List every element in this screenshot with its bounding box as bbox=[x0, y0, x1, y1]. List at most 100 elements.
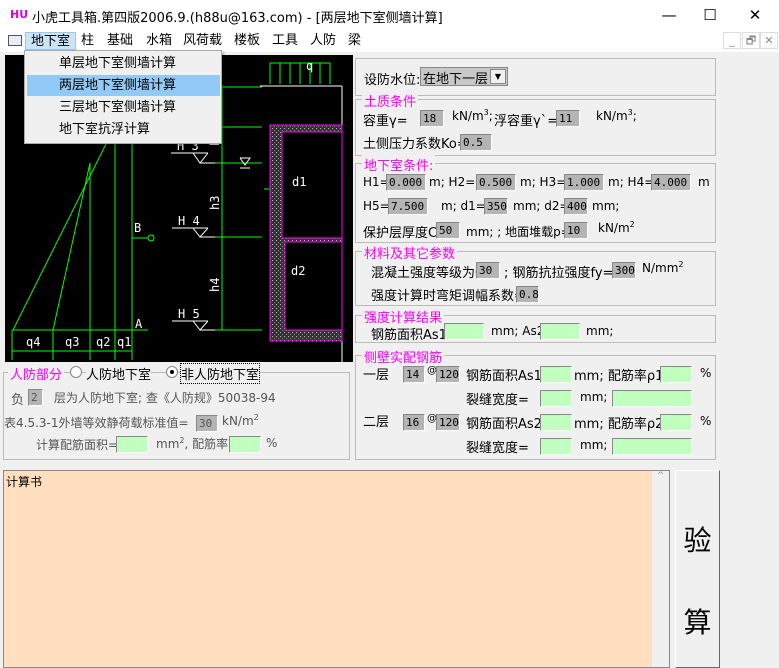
menu-item-two-layer[interactable]: 两层地下室侧墙计算 bbox=[27, 75, 220, 96]
minimize-button[interactable]: — bbox=[654, 4, 684, 26]
layer2-diameter-input[interactable]: 16 bbox=[403, 414, 425, 431]
close-button[interactable]: ✕ bbox=[740, 4, 770, 26]
menu-item-three-layer[interactable]: 三层地下室侧墙计算 bbox=[27, 97, 220, 118]
q4-pressure-line bbox=[12, 139, 109, 331]
title-bar: HU 小虎工具箱.第四版2006.9.(h88u@163.com) - [两层地… bbox=[0, 0, 779, 30]
gamma-input[interactable]: 18 bbox=[420, 110, 444, 127]
material-group: 材料及其它参数 混凝土强度等级为C 30 ; 钢筋抗拉强度fy= 300 N/m… bbox=[355, 243, 716, 306]
ko-label: 土侧压力系数Ko= bbox=[363, 137, 468, 152]
water-level-select[interactable]: 在地下一层 ▼ bbox=[420, 67, 508, 87]
basement-dropdown-menu: 单层地下室侧墙计算 两层地下室侧墙计算 三层地下室侧墙计算 地下室抗浮计算 bbox=[24, 50, 222, 144]
surcharge-input[interactable]: 10 bbox=[564, 222, 588, 239]
fy-input[interactable]: 300 bbox=[612, 262, 636, 279]
gamma2-label: 浮容重γ`= bbox=[494, 114, 559, 129]
d1-input[interactable]: 350 bbox=[484, 198, 508, 215]
menu-slab[interactable]: 楼板 bbox=[229, 32, 265, 50]
menu-item-anti-float[interactable]: 地下室抗浮计算 bbox=[27, 119, 220, 140]
menu-item-single-layer[interactable]: 单层地下室侧墙计算 bbox=[27, 53, 220, 74]
layer2-crack-label: 裂缝宽度= bbox=[466, 441, 529, 456]
cover-input[interactable]: 50 bbox=[436, 222, 460, 239]
load-arrows bbox=[269, 63, 331, 84]
menu-wind-load[interactable]: 风荷载 bbox=[178, 32, 227, 50]
d2-unit: mm; bbox=[592, 199, 620, 213]
menu-bar: 地下室 柱 基础 水箱 风荷载 楼板 工具 人防 梁 bbox=[0, 30, 779, 52]
radio-civil-basement-label[interactable]: 人防地下室 bbox=[86, 364, 152, 383]
mdi-close-button[interactable]: ✕ bbox=[760, 32, 778, 49]
verify-char-2: 算 bbox=[683, 606, 712, 639]
civil-table-label: 表4.5.3-1外墙等效静荷载标准值= bbox=[4, 416, 189, 430]
ko-input[interactable]: 0.5 bbox=[460, 134, 492, 151]
h5-input[interactable]: 7.500 bbox=[388, 198, 428, 215]
layer1-crack-output[interactable] bbox=[540, 390, 572, 407]
verify-button[interactable]: 验 算 bbox=[675, 470, 720, 668]
verify-char-1: 验 bbox=[683, 524, 712, 557]
civil-pct: % bbox=[266, 436, 278, 450]
radio-non-civil-basement-label[interactable]: 非人防地下室 bbox=[179, 363, 261, 384]
chevron-down-icon[interactable]: ▼ bbox=[490, 69, 506, 84]
as2-output[interactable] bbox=[540, 323, 580, 340]
civil-load-input[interactable]: 30 bbox=[196, 415, 218, 432]
menu-column[interactable]: 柱 bbox=[76, 32, 99, 50]
gamma2-sep: ; bbox=[632, 109, 637, 123]
civil-defense-group: 人防部分 人防地下室 非人防地下室 负 2 层为人防地下室; 查《人防规》500… bbox=[3, 363, 350, 460]
scroll-up-icon[interactable]: ^ bbox=[657, 471, 665, 481]
label-q3: q3 bbox=[65, 335, 79, 349]
label-q2: q2 bbox=[96, 335, 110, 349]
menu-beam[interactable]: 梁 bbox=[343, 32, 366, 50]
surcharge-unit-sup: 2 bbox=[629, 220, 635, 229]
civil-load-unit-sup: 2 bbox=[253, 413, 259, 422]
radio-non-civil-basement[interactable] bbox=[166, 366, 178, 378]
h2-input[interactable]: 0.500 bbox=[476, 174, 516, 191]
layer1-crack-label: 裂缝宽度= bbox=[466, 393, 529, 408]
layer2-spacing-input[interactable]: 120 bbox=[436, 414, 460, 431]
label-q1: q1 bbox=[117, 335, 131, 349]
maximize-button[interactable]: ☐ bbox=[695, 4, 725, 26]
menu-civil-defense[interactable]: 人防 bbox=[305, 32, 341, 50]
menu-foundation[interactable]: 基础 bbox=[102, 32, 138, 50]
layer1-pct: % bbox=[700, 366, 712, 380]
menu-tools[interactable]: 工具 bbox=[267, 32, 303, 50]
gamma2-input[interactable]: 11 bbox=[556, 110, 580, 127]
civil-floors-input[interactable]: 2 bbox=[28, 389, 43, 406]
document-icon[interactable] bbox=[8, 35, 22, 46]
layer2-crack-output[interactable] bbox=[540, 438, 572, 455]
layer2-ratio-output[interactable] bbox=[660, 414, 692, 431]
label-a: A bbox=[135, 317, 143, 331]
label-h4-level: H 4 bbox=[178, 214, 200, 228]
calc-scrollbar[interactable]: ^ bbox=[652, 471, 669, 667]
d2-input[interactable]: 400 bbox=[564, 198, 588, 215]
civil-ratio-output[interactable] bbox=[229, 436, 261, 453]
h1-input[interactable]: 0.000 bbox=[386, 174, 426, 191]
h3-label: m; H3=- bbox=[520, 175, 571, 189]
label-d2: d2 bbox=[291, 264, 305, 278]
label-h4: h4 bbox=[208, 278, 222, 292]
layer2-crack-check-output[interactable] bbox=[612, 438, 692, 455]
layer1-spacing-input[interactable]: 120 bbox=[436, 366, 460, 383]
basement-title: 地下室条件: bbox=[362, 155, 436, 174]
civil-area-output[interactable] bbox=[116, 436, 148, 453]
layer1-ratio-output[interactable] bbox=[660, 366, 692, 383]
water-level-icon bbox=[239, 157, 251, 166]
h4-unit: m bbox=[698, 175, 710, 189]
civil-area-label: 计算配筋面积= bbox=[36, 438, 119, 452]
layer1-area-output[interactable] bbox=[540, 366, 572, 383]
layer1-crack-check-output[interactable] bbox=[612, 390, 692, 407]
menu-basement[interactable]: 地下室 bbox=[25, 32, 77, 50]
menu-tank[interactable]: 水箱 bbox=[141, 32, 177, 50]
mdi-restore-button[interactable]: 🗗 bbox=[742, 32, 760, 49]
civil-load-unit: kN/m bbox=[222, 414, 254, 428]
moment-coef-input[interactable]: 0.8 bbox=[516, 286, 539, 303]
h3-input[interactable]: 1.000 bbox=[564, 174, 604, 191]
layer1-crack-unit: mm; bbox=[580, 390, 608, 404]
radio-civil-basement[interactable] bbox=[70, 366, 82, 378]
layer2-area-output[interactable] bbox=[540, 414, 572, 431]
window-title: 小虎工具箱.第四版2006.9.(h88u@163.com) - [两层地下室侧… bbox=[32, 11, 443, 26]
layer1-diameter-input[interactable]: 14 bbox=[403, 366, 425, 383]
mdi-minimize-button[interactable]: _ bbox=[723, 32, 741, 49]
concrete-grade-input[interactable]: 30 bbox=[476, 262, 500, 279]
h4-input[interactable]: 4.000 bbox=[651, 174, 691, 191]
calculation-book-textarea[interactable]: 计算书 ^ bbox=[3, 470, 670, 668]
as1-output[interactable] bbox=[444, 323, 484, 340]
strength-result-group: 强度计算结果 钢筋面积As1= mm; As2= mm; bbox=[355, 307, 716, 343]
fy-unit: N/mm bbox=[642, 261, 679, 275]
